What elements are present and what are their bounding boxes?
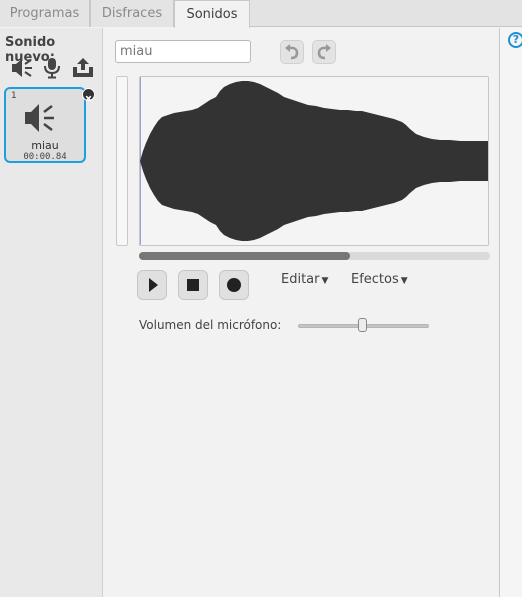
tab-disfraces[interactable]: Disfraces bbox=[90, 0, 174, 27]
sound-editor: Editar▼ Efectos▼ Volumen del micrófono: bbox=[104, 28, 499, 597]
undo-icon bbox=[285, 44, 299, 60]
waveform-scrollbar[interactable] bbox=[139, 252, 490, 260]
delete-sound-button[interactable] bbox=[82, 88, 95, 102]
tab-sonidos[interactable]: Sonidos bbox=[174, 0, 250, 28]
effects-menu-label: Efectos bbox=[351, 272, 399, 287]
edit-menu-label: Editar bbox=[281, 272, 320, 287]
chevron-down-icon: ▼ bbox=[321, 276, 329, 286]
help-button[interactable]: ? bbox=[508, 32, 522, 48]
undo-button[interactable] bbox=[280, 40, 304, 64]
help-panel: ? bbox=[499, 28, 522, 597]
play-button[interactable] bbox=[137, 270, 167, 300]
redo-icon bbox=[317, 44, 331, 60]
tab-programas[interactable]: Programas bbox=[0, 0, 90, 27]
volume-side-bar[interactable] bbox=[116, 76, 128, 246]
mic-volume-label: Volumen del micrófono: bbox=[139, 318, 282, 332]
sound-index: 1 bbox=[11, 91, 17, 101]
sound-name: miau bbox=[31, 139, 59, 152]
sound-duration: 00:00.84 bbox=[23, 152, 67, 162]
tab-bar: Programas Disfraces Sonidos bbox=[0, 0, 522, 28]
effects-menu[interactable]: Efectos ▼ bbox=[351, 272, 408, 287]
speaker-library-icon[interactable] bbox=[10, 57, 34, 79]
scrollbar-thumb[interactable] bbox=[139, 252, 350, 260]
stop-icon bbox=[187, 279, 199, 291]
edit-menu[interactable]: Editar ▼ bbox=[281, 272, 328, 287]
waveform bbox=[140, 77, 488, 245]
play-icon bbox=[149, 278, 158, 292]
chevron-down-icon: ▼ bbox=[400, 276, 408, 286]
record-icon bbox=[227, 278, 241, 292]
stop-button[interactable] bbox=[178, 270, 208, 300]
sound-item-miau[interactable]: 1 miau 00:00.84 bbox=[4, 87, 95, 163]
redo-button[interactable] bbox=[312, 40, 336, 64]
waveform-view[interactable] bbox=[139, 76, 489, 246]
sound-list-panel: Sonido nuevo: 1 miau 00:00.84 bbox=[0, 28, 103, 597]
upload-icon[interactable] bbox=[71, 57, 95, 79]
microphone-icon[interactable] bbox=[40, 57, 64, 79]
speaker-icon bbox=[21, 100, 61, 136]
sound-name-input[interactable] bbox=[115, 40, 251, 63]
close-icon bbox=[85, 95, 92, 102]
mic-volume-knob[interactable] bbox=[358, 318, 367, 332]
record-button[interactable] bbox=[219, 270, 249, 300]
